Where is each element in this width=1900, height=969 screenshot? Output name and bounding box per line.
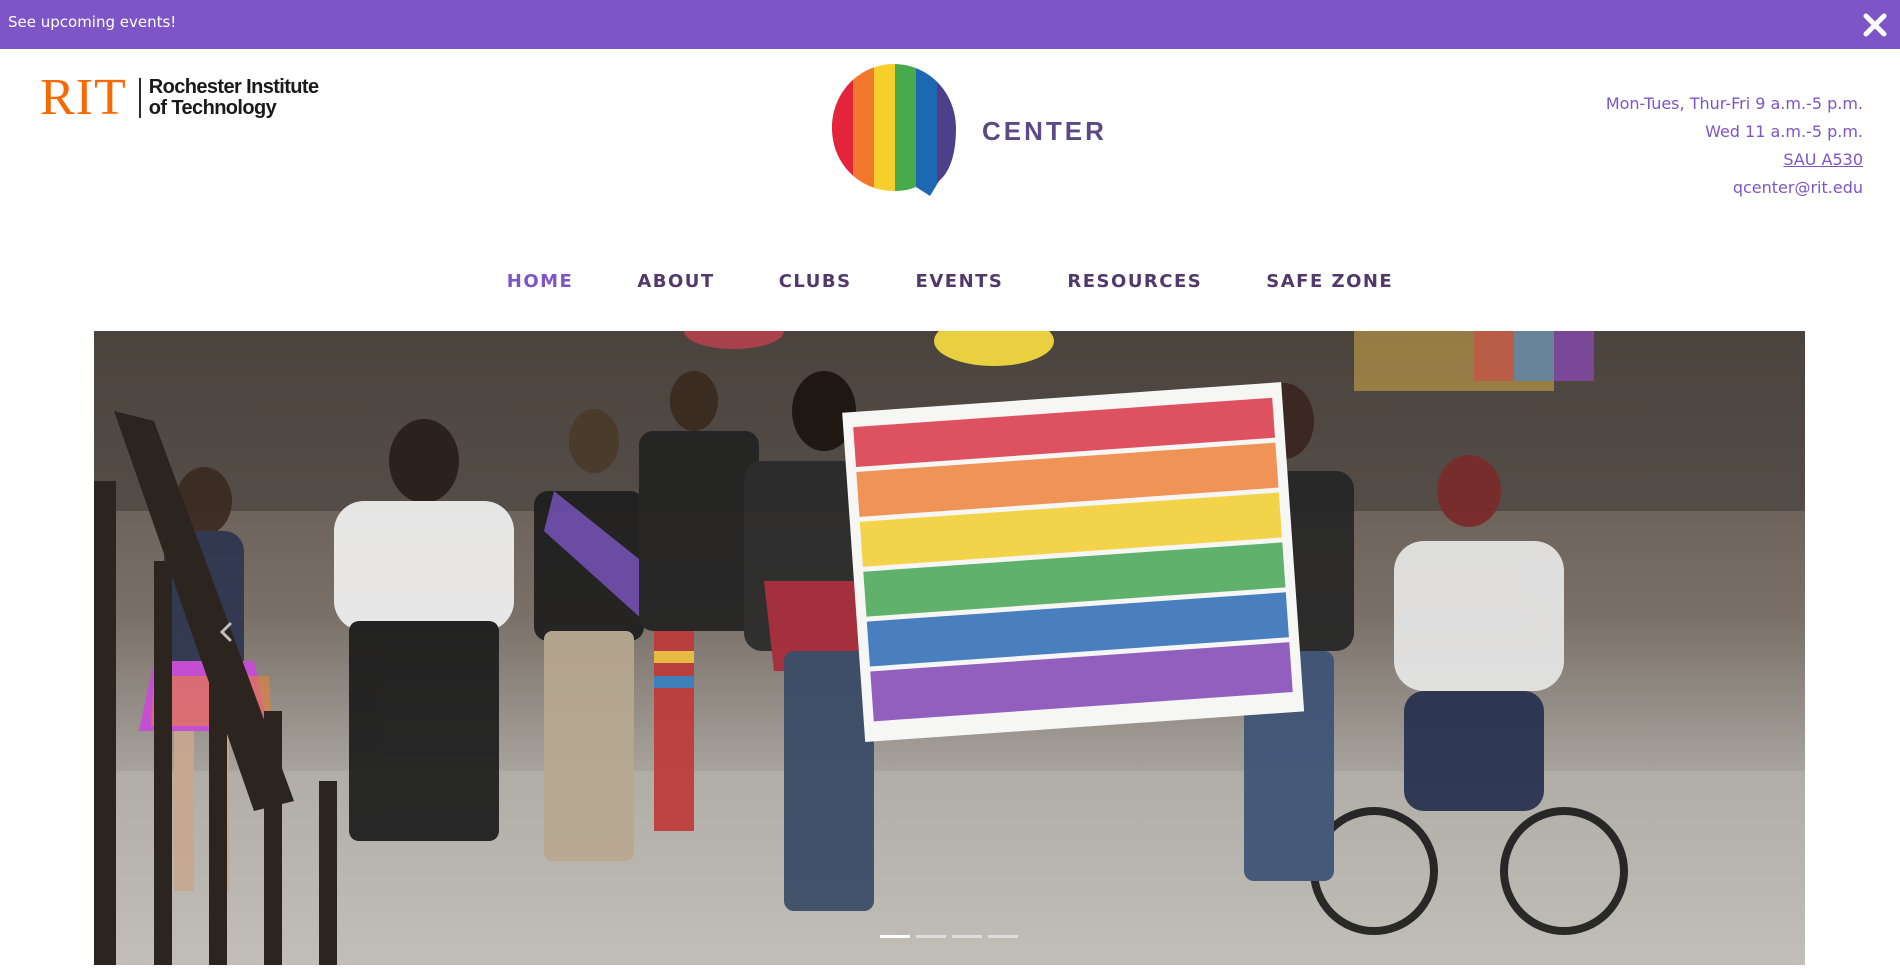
hours-wednesday: Wed 11 a.m.-5 p.m. — [1705, 122, 1863, 141]
hero-slide-image — [94, 331, 1805, 965]
location-link[interactable]: SAU A530 — [1783, 150, 1863, 169]
nav-about[interactable]: ABOUT — [637, 271, 714, 292]
nav-events[interactable]: EVENTS — [916, 271, 1004, 292]
carousel-dot-2[interactable] — [916, 935, 946, 938]
contact-info: Mon-Tues, Thur-Fri 9 a.m.-5 p.m. Wed 11 … — [1606, 90, 1863, 202]
rit-logo-name: Rochester Institute of Technology — [149, 77, 319, 119]
rit-name-line2: of Technology — [148, 97, 277, 119]
announcement-link[interactable]: See upcoming events! — [8, 13, 176, 31]
carousel-indicators — [880, 935, 1018, 938]
carousel-prev-button[interactable] — [206, 587, 246, 677]
email-text[interactable]: qcenter@rit.edu — [1606, 174, 1863, 202]
rit-name-line1: Rochester Institute — [148, 76, 319, 98]
nav-clubs[interactable]: CLUBS — [779, 271, 852, 292]
nav-home[interactable]: HOME — [507, 271, 574, 292]
carousel-dot-4[interactable] — [988, 935, 1018, 938]
announcement-bar: See upcoming events! — [0, 0, 1900, 49]
q-rainbow-icon — [832, 64, 956, 196]
carousel-dot-1[interactable] — [880, 935, 910, 938]
close-icon[interactable] — [1858, 8, 1892, 42]
nav-resources[interactable]: RESOURCES — [1067, 271, 1202, 292]
qcenter-logo[interactable]: CENTER — [832, 64, 1107, 196]
nav-safe-zone[interactable]: SAFE ZONE — [1266, 271, 1393, 292]
qcenter-wordmark: CENTER — [982, 115, 1107, 146]
hours-weekdays: Mon-Tues, Thur-Fri 9 a.m.-5 p.m. — [1605, 94, 1863, 113]
rit-logo-divider — [138, 78, 141, 118]
rit-logo[interactable]: RIT Rochester Institute of Technology — [40, 70, 319, 126]
carousel-dot-3[interactable] — [952, 935, 982, 938]
rit-logo-mark: RIT — [40, 69, 127, 126]
main-nav: HOME ABOUT CLUBS EVENTS RESOURCES SAFE Z… — [0, 271, 1900, 292]
hero-carousel[interactable] — [94, 331, 1805, 965]
chevron-left-icon — [219, 622, 232, 642]
